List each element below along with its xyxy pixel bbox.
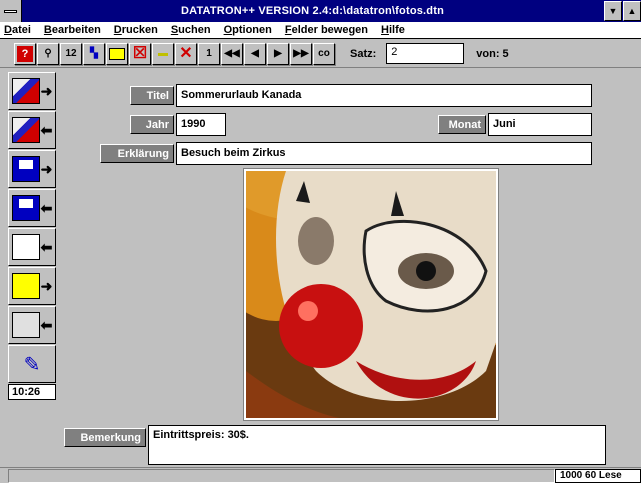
first-page-label: 1 [206,48,212,59]
folder-icon [109,47,125,60]
menu-felder-bewegen[interactable]: Felder bewegen [285,24,368,36]
sidebar: ➜ ⬅ ➜ ⬅ ⬅ ➜ ⬅ ✎ 10:26 [8,72,56,400]
numbering-label: 12 [65,48,77,59]
maximize-button[interactable]: ▲ [623,1,641,21]
sidebar-import-image-button[interactable]: ➜ [8,72,56,110]
menu-hilfe[interactable]: Hilfe [381,24,405,36]
clock: 10:26 [8,384,56,400]
rewind-icon: ◀◀ [224,48,240,59]
floppy-disk-icon [11,156,40,182]
fast-forward-icon: ▶▶ [293,48,309,59]
cancel-button[interactable]: ✕ [175,42,197,65]
text-export-icon [11,273,40,299]
system-menu-icon [4,9,17,13]
sidebar-export-text-button[interactable]: ➜ [8,267,56,305]
image-import-icon [11,78,40,104]
sidebar-print-button[interactable]: ⬅ [8,306,56,344]
first-record-button[interactable]: ◀◀ [221,42,243,65]
floppy-disk-icon [11,195,40,221]
new-record-button[interactable]: ▚ [83,42,105,65]
search-button[interactable]: ⚲ [37,42,59,65]
question-icon: ? [17,45,33,62]
menu-optionen[interactable]: Optionen [224,24,272,36]
cancel-x-icon: ✕ [179,44,193,62]
sidebar-edit-button[interactable]: ✎ [8,345,56,383]
monat-field[interactable]: Juni [488,113,592,136]
sidebar-load-disk-button[interactable]: ⬅ [8,189,56,227]
menu-bearbeiten[interactable]: Bearbeiten [44,24,101,36]
photo-clown-image [243,168,499,421]
status-message-area [8,468,555,483]
co-button[interactable]: co [313,42,335,65]
first-page-button[interactable]: 1 [198,42,220,65]
numbering-button[interactable]: 12 [60,42,82,65]
system-menu-button[interactable] [0,0,22,22]
open-button[interactable] [106,42,128,65]
title-bar: DATATRON++ VERSION 2.4:d:\datatron\fotos… [0,0,641,22]
satz-label: Satz: [350,47,377,60]
jahr-field[interactable]: 1990 [176,113,226,136]
bemerkung-label: Bemerkung [64,428,146,447]
clown-image [246,171,496,418]
pen-icon: ✎ [23,353,41,376]
jahr-label: Jahr [130,115,174,134]
menu-drucken[interactable]: Drucken [114,24,158,36]
previous-icon: ◀ [251,48,259,59]
arrow-right-icon: ➜ [40,160,53,177]
help-button[interactable]: ? [14,42,36,65]
edit-button[interactable]: ▬ [152,42,174,65]
sidebar-export-image-button[interactable]: ⬅ [8,111,56,149]
minimize-button[interactable]: ▼ [604,1,622,21]
sidebar-import-document-button[interactable]: ⬅ [8,228,56,266]
next-record-button[interactable]: ▶ [267,42,289,65]
menu-datei[interactable]: Datei [4,24,31,36]
pencil-icon: ▬ [158,48,168,59]
menu-bar: Datei Bearbeiten Drucken Suchen Optionen… [0,22,641,39]
record-count-label: von: 5 [476,47,509,60]
delete-x-icon: ☒ [132,44,148,62]
printer-icon [11,312,40,338]
menu-suchen[interactable]: Suchen [171,24,211,36]
arrow-right-icon: ➜ [40,277,53,294]
last-record-button[interactable]: ▶▶ [290,42,312,65]
arrow-left-icon: ⬅ [40,199,53,216]
document-icon [11,234,40,260]
monat-label: Monat [438,115,486,134]
bemerkung-field[interactable]: Eintrittspreis: 30$. [148,425,606,465]
arrow-left-icon: ⬅ [40,238,53,255]
next-icon: ▶ [274,48,282,59]
status-info: 1000 60 Lese [555,468,641,483]
new-record-icon: ▚ [90,48,98,59]
toolbar: ? ⚲ 12 ▚ ☒ ▬ ✕ 1 ◀◀ ◀ ▶ ▶▶ co Satz: 2 vo… [0,40,641,68]
arrow-left-icon: ⬅ [40,316,53,333]
window-title: DATATRON++ VERSION 2.4:d:\datatron\fotos… [180,5,445,17]
delete-record-button[interactable]: ☒ [129,42,151,65]
sidebar-save-disk-button[interactable]: ➜ [8,150,56,188]
status-bar: 1000 60 Lese [0,467,641,483]
magnifier-icon: ⚲ [44,48,52,59]
titel-label: Titel [130,86,174,105]
arrow-left-icon: ⬅ [40,121,53,138]
image-export-icon [11,117,40,143]
erklaerung-label: Erklärung [100,144,174,163]
erklaerung-field[interactable]: Besuch beim Zirkus [176,142,592,165]
satz-input[interactable]: 2 [386,43,465,64]
titel-field[interactable]: Sommerurlaub Kanada [176,84,592,107]
previous-record-button[interactable]: ◀ [244,42,266,65]
arrow-right-icon: ➜ [40,82,53,99]
co-label: co [318,48,330,59]
